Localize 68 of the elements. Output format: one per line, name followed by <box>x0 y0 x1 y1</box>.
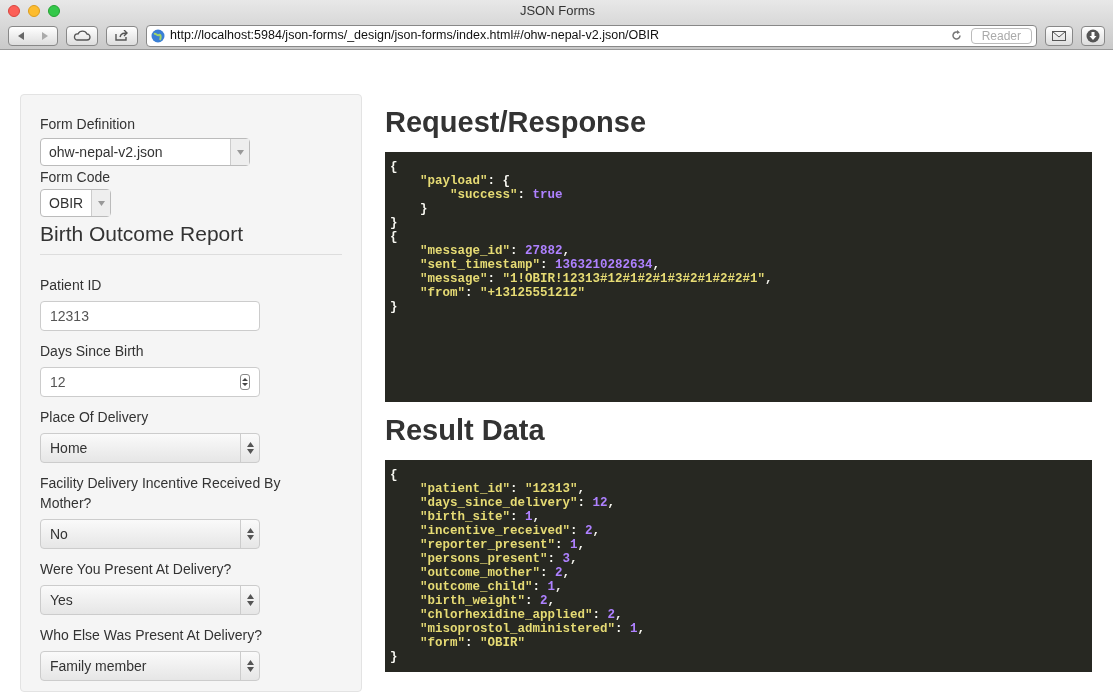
share-icon <box>115 30 129 41</box>
field-label: Place Of Delivery <box>40 408 150 427</box>
select-dropdown[interactable]: Home <box>40 433 260 463</box>
code-line: { <box>390 160 399 174</box>
back-icon <box>18 31 24 40</box>
field-label: Who Else Was Present At Delivery? <box>40 626 263 645</box>
envelope-icon <box>1052 30 1066 41</box>
code-line: "message": "1!OBIR!12313#12#1#2#1#3#2#1#2#2#1", <box>419 272 774 286</box>
code-line: "from": "+13125551212" <box>419 286 587 300</box>
code-line: "form": "OBIR" <box>419 636 527 650</box>
updown-arrows-icon <box>246 528 254 540</box>
globe-icon <box>151 28 165 43</box>
share-button[interactable] <box>106 25 138 46</box>
cloud-icon <box>73 30 91 41</box>
stepper-icon[interactable] <box>240 374 250 390</box>
code-line: "reporter_present": 1, <box>419 538 587 552</box>
code-line: "message_id": 27882, <box>419 244 572 258</box>
select-dropdown[interactable]: No <box>40 519 260 549</box>
code-line: "patient_id": "12313", <box>419 482 587 496</box>
code-line: "birth_site": 1, <box>419 510 542 524</box>
updown-arrows-icon <box>246 660 254 672</box>
close-button[interactable] <box>8 5 20 17</box>
text-field[interactable]: 12313 <box>40 301 260 331</box>
code-line: "misoprostol_administered": 1, <box>419 622 647 636</box>
code-line: "sent_timestamp": 1363210282634, <box>419 258 662 272</box>
form-definition-dropdown[interactable]: ohw-nepal-v2.json <box>40 138 250 166</box>
code-line: { <box>390 230 399 244</box>
download-icon <box>1086 28 1100 43</box>
code-line: "chlorhexidine_applied": 2, <box>419 608 624 622</box>
number-field[interactable]: 12 <box>40 367 260 397</box>
back-forward-button[interactable] <box>8 25 58 46</box>
form-code-dropdown[interactable]: OBIR <box>40 189 111 217</box>
code-line: } <box>419 202 429 216</box>
form-title: Birth Outcome Report <box>40 221 342 255</box>
field-label: Were You Present At Delivery? <box>40 560 233 579</box>
code-line: } <box>390 216 399 230</box>
field-label: Days Since Birth <box>40 342 145 361</box>
caret-icon <box>97 200 105 206</box>
code-line: "persons_present": 3, <box>419 552 579 566</box>
code-line: "days_since_delivery": 12, <box>419 496 617 510</box>
code-line: } <box>390 300 399 314</box>
code-line: "incentive_received": 2, <box>419 524 602 538</box>
reload-icon[interactable] <box>950 30 962 41</box>
code-line: { <box>390 468 399 482</box>
url-text: http://localhost:5984/json-forms/_design/json-forms/index.html#/ohw-nepal-v2.json/OBIR <box>170 27 661 45</box>
field-label: Form Definition <box>40 115 136 134</box>
section-heading: Request/Response <box>385 105 648 140</box>
field-label: Patient ID <box>40 276 103 295</box>
code-line: "payload": { <box>419 174 512 188</box>
code-line: "outcome_child": 1, <box>419 580 564 594</box>
window-title: JSON Forms <box>518 2 597 21</box>
code-line: "success": true <box>449 188 564 202</box>
field-label: Form Code <box>40 168 112 187</box>
field-label: Facility Delivery Incentive Received By Mother? <box>40 474 282 513</box>
code-line: "outcome_mother": 2, <box>419 566 572 580</box>
cloud-button[interactable] <box>66 25 98 46</box>
code-line: "birth_weight": 2, <box>419 594 557 608</box>
mail-button[interactable] <box>1045 25 1073 46</box>
address-bar[interactable]: http://localhost:5984/json-forms/_design/json-forms/index.html#/ohw-nepal-v2.json/OBIR Reader <box>146 24 1037 47</box>
select-dropdown[interactable]: Yes <box>40 585 260 615</box>
updown-arrows-icon <box>246 594 254 606</box>
select-dropdown[interactable]: Family member <box>40 651 260 681</box>
download-button[interactable] <box>1081 25 1105 46</box>
updown-arrows-icon <box>246 442 254 454</box>
caret-icon <box>236 149 244 155</box>
code-line: } <box>390 650 399 664</box>
section-heading: Result Data <box>385 413 546 448</box>
forward-icon <box>42 31 48 40</box>
